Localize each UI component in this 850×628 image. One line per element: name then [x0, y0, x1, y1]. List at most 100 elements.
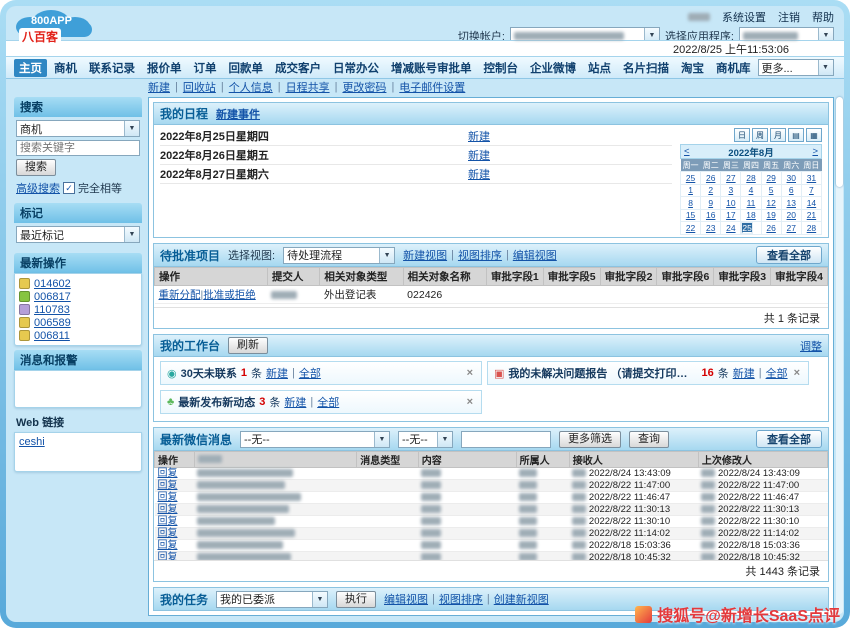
nav-tab[interactable]: 名片扫描 [618, 59, 674, 77]
nav-tab[interactable]: 站点 [583, 59, 616, 77]
calendar-day[interactable]: 7 [809, 185, 814, 195]
nav-tab[interactable]: 控制台 [479, 59, 524, 77]
calendar-view-button[interactable]: 日 [734, 128, 750, 142]
approval-view-all-button[interactable]: 查看全部 [756, 246, 822, 264]
nav-tab[interactable]: 商机库 [711, 59, 756, 77]
header-link[interactable]: 注销 [778, 9, 800, 25]
calendar-day[interactable]: 23 [706, 223, 715, 233]
calendar-grid-icon[interactable]: ▦ [806, 128, 822, 142]
view-action-link[interactable]: 新建视图 [403, 247, 447, 263]
close-icon[interactable]: × [792, 367, 802, 379]
reply-link[interactable]: 回复 [158, 492, 178, 503]
more-filter-button[interactable]: 更多筛选 [559, 431, 621, 448]
nav-tab[interactable]: 商机 [49, 59, 82, 77]
calendar-day[interactable]: 9 [708, 198, 713, 208]
nav-tab[interactable]: 淘宝 [676, 59, 709, 77]
more-tabs-select[interactable]: 更多...▼ [758, 59, 834, 76]
reply-link[interactable]: 回复 [158, 516, 178, 527]
subnav-link[interactable]: 个人信息 [229, 79, 273, 95]
calendar-day[interactable]: 1 [688, 185, 693, 195]
new-event-button[interactable]: 新建事件 [216, 106, 260, 122]
reply-link[interactable]: 回复 [158, 540, 178, 551]
card-all-link[interactable]: 全部 [299, 365, 321, 381]
calendar-day[interactable]: 5 [769, 185, 774, 195]
recent-item-link[interactable]: 006589 [34, 317, 71, 329]
query-button[interactable]: 查询 [629, 431, 669, 448]
calendar-day[interactable]: 13 [787, 198, 796, 208]
header-link[interactable]: 系统设置 [722, 9, 766, 25]
calendar-day[interactable]: 27 [726, 173, 735, 183]
reply-link[interactable]: 回复 [158, 552, 178, 560]
wechat-filter2-select[interactable]: --无--▼ [398, 431, 453, 448]
wechat-filter1-select[interactable]: --无--▼ [240, 431, 390, 448]
calendar-day[interactable]: 17 [726, 210, 735, 220]
calendar-day[interactable]: 11 [747, 198, 756, 208]
calendar-day[interactable]: 24 [726, 223, 735, 233]
scrollbar-thumb[interactable] [836, 97, 843, 187]
calendar-next-button[interactable]: > [812, 146, 818, 157]
view-action-link[interactable]: 视图排序 [439, 591, 483, 607]
calendar-day[interactable]: 26 [766, 223, 775, 233]
subnav-link[interactable]: 更改密码 [342, 79, 386, 95]
nav-tab[interactable]: 日常办公 [328, 59, 384, 77]
card-new-link[interactable]: 新建 [284, 394, 306, 410]
calendar-day[interactable]: 25 [686, 173, 695, 183]
calendar-day[interactable]: 4 [749, 185, 754, 195]
calendar-prev-button[interactable]: < [684, 146, 690, 157]
adjust-link[interactable]: 调整 [800, 338, 822, 354]
calendar-day[interactable]: 14 [807, 198, 816, 208]
vertical-scrollbar[interactable] [836, 97, 843, 614]
calendar-day[interactable]: 15 [686, 210, 695, 220]
approval-action-link[interactable]: 批准或拒绝 [203, 289, 256, 301]
nav-tab[interactable]: 回款单 [224, 59, 269, 77]
calendar-day[interactable]: 3 [728, 185, 733, 195]
recent-tags-select[interactable]: 最近标记▼ [16, 226, 140, 243]
search-input[interactable] [16, 140, 140, 156]
view-action-link[interactable]: 创建新视图 [494, 591, 549, 607]
calendar-day[interactable]: 10 [726, 198, 735, 208]
subnav-link[interactable]: 日程共享 [286, 79, 330, 95]
card-all-link[interactable]: 全部 [766, 365, 788, 381]
nav-tab[interactable]: 成交客户 [270, 59, 326, 77]
calendar-day[interactable]: 30 [787, 173, 796, 183]
calendar-day[interactable]: 20 [787, 210, 796, 220]
nav-tab[interactable]: 主页 [14, 59, 47, 77]
calendar-view-button[interactable]: 月 [770, 128, 786, 142]
calendar-day[interactable]: 16 [706, 210, 715, 220]
recent-item-link[interactable]: 006817 [34, 291, 71, 303]
view-action-link[interactable]: 编辑视图 [384, 591, 428, 607]
calendar-day[interactable]: 12 [766, 198, 775, 208]
calendar-day[interactable]: 25 [742, 223, 751, 233]
header-link[interactable]: 帮助 [812, 9, 834, 25]
view-action-link[interactable]: 编辑视图 [513, 247, 557, 263]
approval-action-link[interactable]: 重新分配 [159, 289, 201, 301]
calendar-day[interactable]: 19 [766, 210, 775, 220]
card-all-link[interactable]: 全部 [317, 394, 339, 410]
nav-tab[interactable]: 联系记录 [84, 59, 140, 77]
recent-item-link[interactable]: 006811 [34, 330, 70, 342]
recent-item-link[interactable]: 014602 [34, 278, 71, 290]
calendar-day[interactable]: 2 [708, 185, 713, 195]
web-link[interactable]: ceshi [19, 436, 45, 448]
wechat-view-all-button[interactable]: 查看全部 [756, 430, 822, 448]
wechat-search-input[interactable] [461, 431, 551, 448]
refresh-button[interactable]: 刷新 [228, 337, 268, 354]
recent-item-link[interactable]: 110783 [34, 304, 70, 316]
close-icon[interactable]: × [465, 367, 475, 379]
calendar-day[interactable]: 18 [746, 210, 755, 220]
calendar-day[interactable]: 6 [789, 185, 794, 195]
reply-link[interactable]: 回复 [158, 480, 178, 491]
view-action-link[interactable]: 视图排序 [458, 247, 502, 263]
search-button[interactable]: 搜索 [16, 159, 56, 176]
nav-tab[interactable]: 增减账号审批单 [386, 59, 477, 77]
calendar-day[interactable]: 28 [746, 173, 755, 183]
calendar-day[interactable]: 28 [807, 223, 816, 233]
subnav-link[interactable]: 电子邮件设置 [399, 79, 465, 95]
card-new-link[interactable]: 新建 [733, 365, 755, 381]
approval-view-select[interactable]: 待处理流程▼ [283, 247, 395, 264]
search-object-select[interactable]: 商机▼ [16, 120, 140, 137]
schedule-new-link[interactable]: 新建 [468, 147, 490, 163]
calendar-day[interactable]: 27 [787, 223, 796, 233]
close-icon[interactable]: × [465, 396, 475, 408]
nav-tab[interactable]: 订单 [189, 59, 222, 77]
